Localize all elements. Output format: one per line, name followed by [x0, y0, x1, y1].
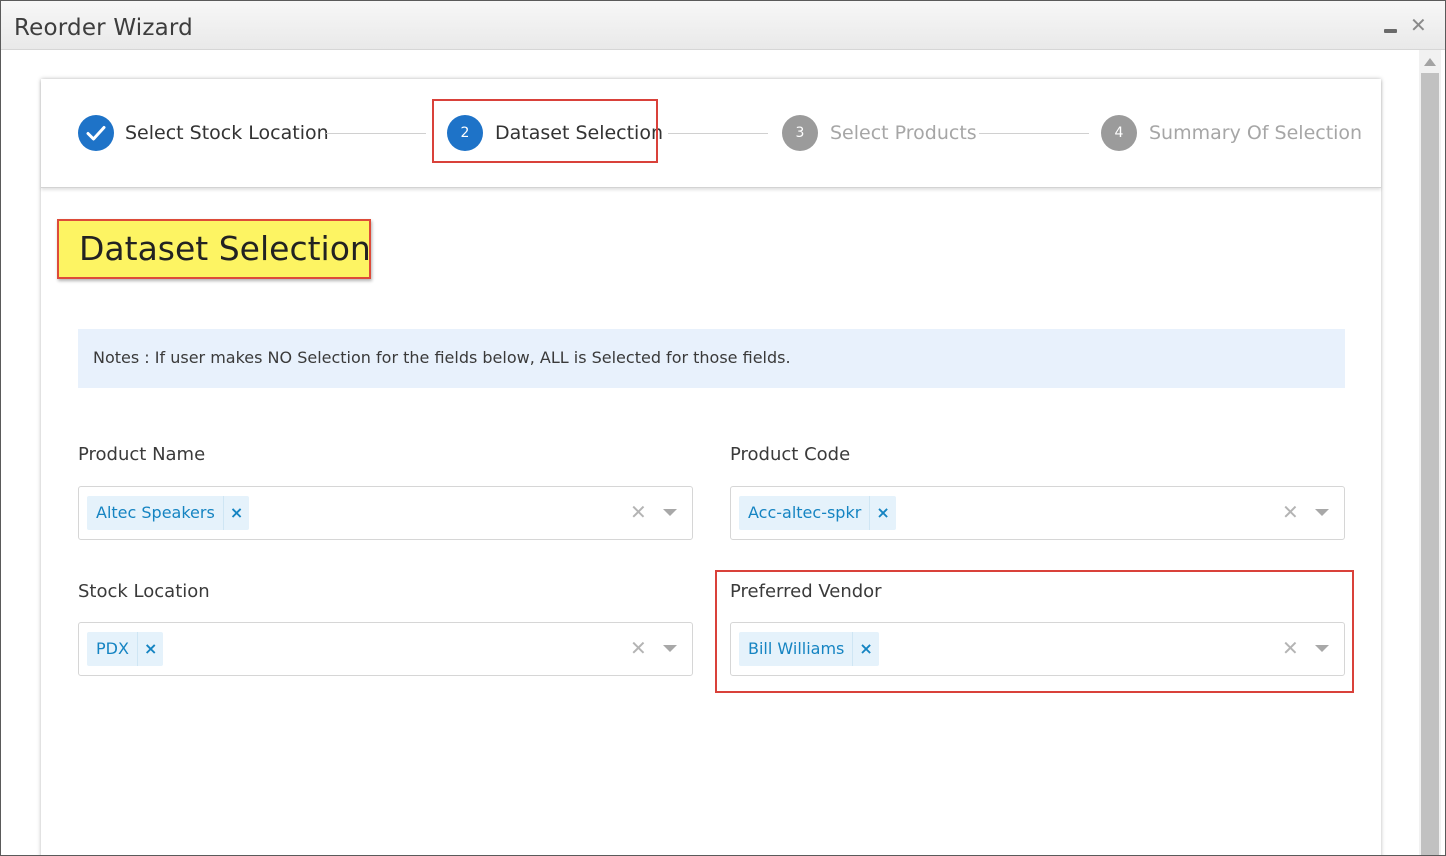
step-number: 2 — [447, 115, 483, 151]
title-bar: Reorder Wizard ✕ — [1, 1, 1445, 50]
remove-tag-icon[interactable]: × — [138, 632, 163, 666]
tag-label: Altec Speakers — [87, 496, 224, 530]
selected-tag: Bill Williams × — [739, 632, 879, 666]
step-label: Select Stock Location — [125, 122, 329, 144]
check-icon — [78, 115, 114, 151]
wizard-content: Select Stock Location 2 Dataset Selectio… — [41, 79, 1381, 855]
chevron-down-icon[interactable] — [663, 645, 677, 652]
preferred-vendor-select[interactable]: Bill Williams × ✕ — [730, 622, 1345, 676]
tag-label: PDX — [87, 632, 138, 666]
tag-label: Acc-altec-spkr — [739, 496, 871, 530]
stock-location-select[interactable]: PDX × ✕ — [78, 622, 693, 676]
scroll-up-arrow-icon[interactable] — [1424, 58, 1436, 66]
product-code-select[interactable]: Acc-altec-spkr × ✕ — [730, 486, 1345, 540]
step-connector — [668, 133, 768, 134]
chevron-down-icon[interactable] — [1315, 509, 1329, 516]
selected-tag: PDX × — [87, 632, 164, 666]
page-heading-highlight: Dataset Selection — [57, 219, 371, 279]
chevron-down-icon[interactable] — [663, 509, 677, 516]
notes-banner: Notes : If user makes NO Selection for t… — [78, 329, 1345, 388]
clear-icon[interactable]: ✕ — [630, 637, 647, 659]
step-label: Summary Of Selection — [1149, 122, 1363, 144]
notes-text: Notes : If user makes NO Selection for t… — [93, 348, 791, 367]
stock-location-label: Stock Location — [78, 581, 210, 602]
scroll-thumb[interactable] — [1421, 73, 1439, 855]
step-label: Select Products — [830, 122, 977, 144]
reorder-wizard-window: Reorder Wizard ✕ Select Stock Location 2… — [0, 0, 1446, 856]
clear-icon[interactable]: ✕ — [1282, 637, 1299, 659]
page-title: Dataset Selection — [79, 229, 371, 268]
step-number: 3 — [782, 115, 818, 151]
clear-icon[interactable]: ✕ — [630, 501, 647, 523]
remove-tag-icon[interactable]: × — [224, 496, 249, 530]
product-name-select[interactable]: Altec Speakers × ✕ — [78, 486, 693, 540]
vertical-scrollbar[interactable] — [1419, 50, 1441, 855]
wizard-stepper: Select Stock Location 2 Dataset Selectio… — [41, 79, 1381, 188]
step-label: Dataset Selection — [495, 122, 664, 144]
remove-tag-icon[interactable]: × — [870, 496, 895, 530]
step-connector — [979, 133, 1089, 134]
tag-label: Bill Williams — [739, 632, 854, 666]
selected-tag: Acc-altec-spkr × — [739, 496, 896, 530]
product-code-label: Product Code — [730, 444, 851, 465]
chevron-down-icon[interactable] — [1315, 645, 1329, 652]
window-title: Reorder Wizard — [14, 15, 193, 41]
remove-tag-icon[interactable]: × — [853, 632, 878, 666]
step-connector — [326, 133, 426, 134]
minimize-icon[interactable] — [1384, 29, 1397, 33]
clear-icon[interactable]: ✕ — [1282, 501, 1299, 523]
close-icon[interactable]: ✕ — [1410, 15, 1427, 35]
step-number: 4 — [1101, 115, 1137, 151]
selected-tag: Altec Speakers × — [87, 496, 250, 530]
preferred-vendor-label: Preferred Vendor — [730, 581, 882, 602]
product-name-label: Product Name — [78, 444, 206, 465]
